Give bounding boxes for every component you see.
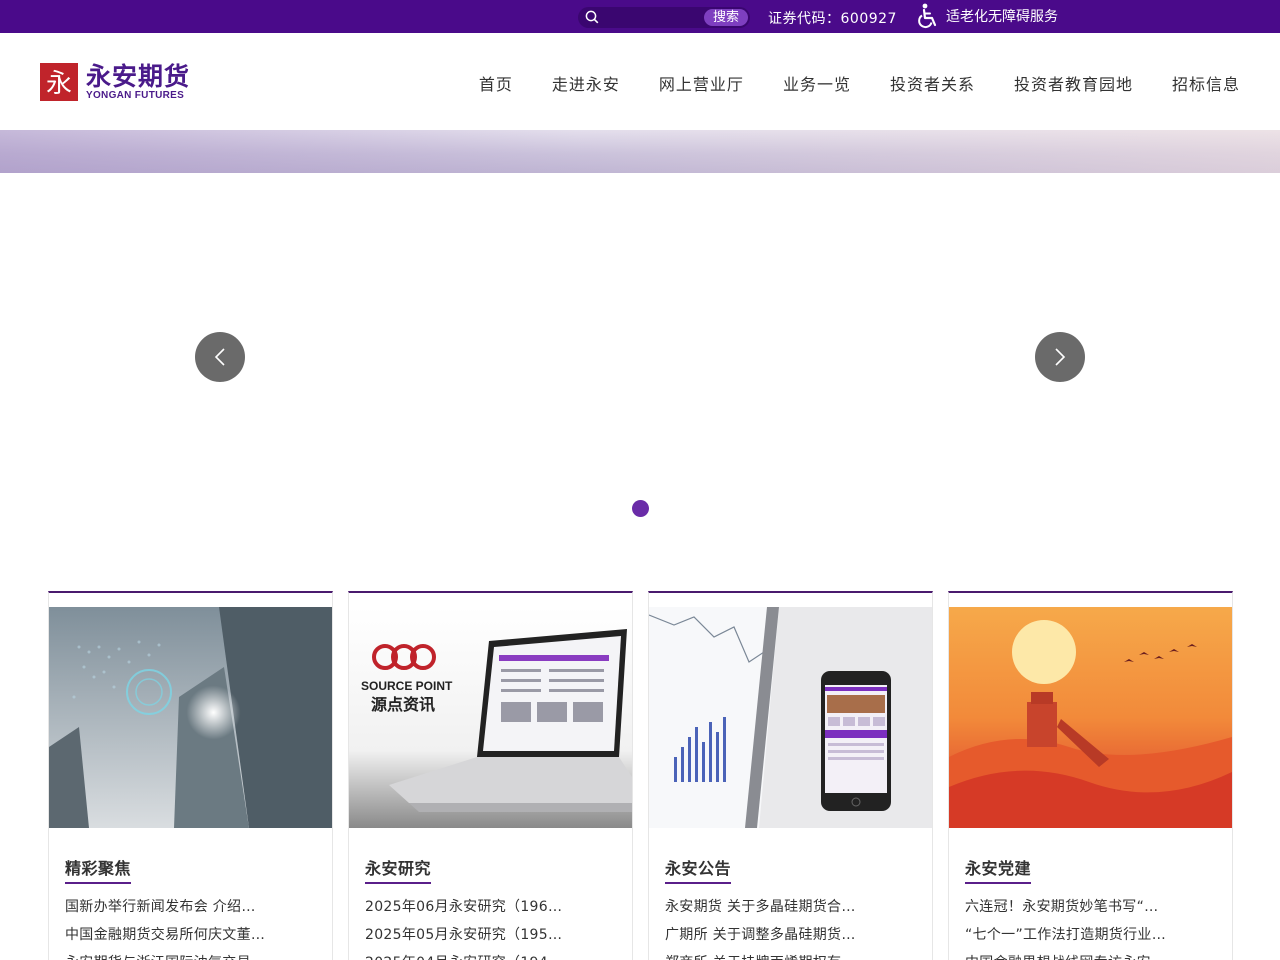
search-button[interactable]: 搜索 bbox=[704, 9, 748, 26]
news-item[interactable]: 中国金融思想战线网专访永安… bbox=[965, 949, 1166, 960]
news-item[interactable]: 郑商所 关于挂牌丙烯期权有… bbox=[665, 949, 856, 960]
card-announcements: 永安公告 永安期货 关于多晶硅期货合… 广期所 关于调整多晶硅期货… 郑商所 关… bbox=[648, 591, 933, 960]
nav-item-investor-education[interactable]: 投资者教育园地 bbox=[1014, 71, 1133, 95]
card-image-great-wall[interactable] bbox=[949, 607, 1232, 828]
card-title[interactable]: 永安党建 bbox=[965, 855, 1032, 884]
card-title[interactable]: 永安研究 bbox=[365, 855, 432, 884]
news-list: 六连冠！永安期货妙笔书写“… “七个一”工作法打造期货行业… 中国金融思想战线网… bbox=[965, 893, 1166, 960]
card-title[interactable]: 精彩聚焦 bbox=[65, 855, 132, 884]
news-item[interactable]: 六连冠！永安期货妙笔书写“… bbox=[965, 893, 1166, 921]
card-research: SOURCE POINT 源点资讯 永安研究 2025年06月永安研究（196…… bbox=[348, 591, 633, 960]
logo[interactable]: 永 永安期货 YONGAN FUTURES bbox=[40, 62, 190, 102]
news-item[interactable]: “七个一”工作法打造期货行业… bbox=[965, 921, 1166, 949]
logo-name-en: YONGAN FUTURES bbox=[86, 89, 185, 101]
chevron-left-icon bbox=[214, 348, 225, 366]
nav-item-investor-relations[interactable]: 投资者关系 bbox=[890, 71, 975, 95]
image-brand-en: SOURCE POINT bbox=[361, 679, 453, 693]
wheelchair-icon bbox=[918, 3, 937, 29]
search-input[interactable]: 搜索 bbox=[578, 7, 750, 28]
slider-next-button[interactable] bbox=[1035, 332, 1085, 382]
card-image-skyscraper[interactable] bbox=[49, 607, 332, 828]
nav-item-about[interactable]: 走进永安 bbox=[552, 71, 620, 95]
news-item[interactable]: 2025年06月永安研究（196… bbox=[365, 893, 562, 921]
news-list: 永安期货 关于多晶硅期货合… 广期所 关于调整多晶硅期货… 郑商所 关于挂牌丙烯… bbox=[665, 893, 856, 960]
accessibility-link[interactable]: 适老化无障碍服务 bbox=[916, 3, 1058, 29]
news-item[interactable]: 永安期货与浙江国际油气交易… bbox=[65, 949, 265, 960]
banner-image bbox=[0, 130, 1280, 173]
news-item[interactable]: 2025年05月永安研究（195… bbox=[365, 921, 562, 949]
accessibility-label: 适老化无障碍服务 bbox=[946, 9, 1058, 25]
stock-code: 证券代码：600927 bbox=[768, 11, 897, 27]
logo-mark: 永 bbox=[40, 63, 78, 101]
card-party-building: 永安党建 六连冠！永安期货妙笔书写“… “七个一”工作法打造期货行业… 中国金融… bbox=[948, 591, 1233, 960]
nav-item-home[interactable]: 首页 bbox=[479, 71, 513, 95]
slider-dot-active[interactable] bbox=[632, 500, 649, 517]
news-item[interactable]: 永安期货 关于多晶硅期货合… bbox=[665, 893, 856, 921]
slider-prev-button[interactable] bbox=[195, 332, 245, 382]
main-nav: 首页 走进永安 网上营业厅 业务一览 投资者关系 投资者教育园地 招标信息 bbox=[479, 71, 1240, 95]
nav-item-tenders[interactable]: 招标信息 bbox=[1172, 71, 1240, 95]
news-item[interactable]: 2025年04月永安研究（194… bbox=[365, 949, 562, 960]
card-highlights: 精彩聚焦 国新办举行新闻发布会 介绍… 中国金融期货交易所何庆文董… 永安期货与… bbox=[48, 591, 333, 960]
image-brand-cn: 源点资讯 bbox=[371, 695, 435, 714]
news-list: 国新办举行新闻发布会 介绍… 中国金融期货交易所何庆文董… 永安期货与浙江国际油… bbox=[65, 893, 265, 960]
card-image-phone-chart[interactable] bbox=[649, 607, 932, 828]
nav-item-business[interactable]: 业务一览 bbox=[783, 71, 851, 95]
header: 永 永安期货 YONGAN FUTURES 首页 走进永安 网上营业厅 业务一览… bbox=[0, 33, 1280, 130]
news-item[interactable]: 国新办举行新闻发布会 介绍… bbox=[65, 893, 265, 921]
news-item[interactable]: 广期所 关于调整多晶硅期货… bbox=[665, 921, 856, 949]
news-list: 2025年06月永安研究（196… 2025年05月永安研究（195… 2025… bbox=[365, 893, 562, 960]
nav-item-online-hall[interactable]: 网上营业厅 bbox=[659, 71, 744, 95]
chevron-right-icon bbox=[1055, 348, 1066, 366]
card-image-laptop[interactable]: SOURCE POINT 源点资讯 bbox=[349, 607, 632, 828]
top-bar: 搜索 证券代码：600927 适老化无障碍服务 bbox=[0, 0, 1280, 33]
hero-slider bbox=[0, 173, 1280, 543]
news-item[interactable]: 中国金融期货交易所何庆文董… bbox=[65, 921, 265, 949]
card-title[interactable]: 永安公告 bbox=[665, 855, 732, 884]
search-icon bbox=[585, 10, 599, 24]
logo-name-cn: 永安期货 bbox=[86, 61, 191, 91]
